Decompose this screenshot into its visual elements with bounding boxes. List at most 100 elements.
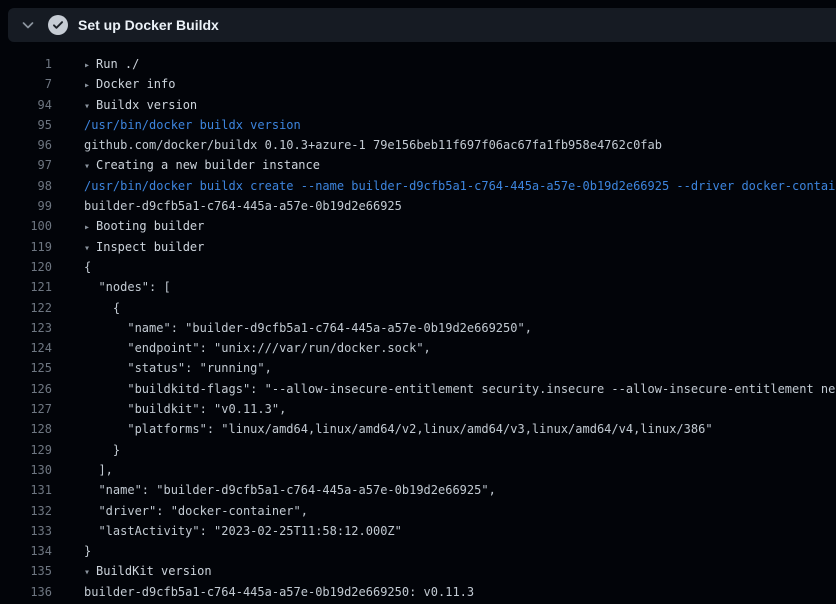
line-number-link[interactable]: 96 bbox=[0, 135, 52, 155]
line-number-link[interactable]: 121 bbox=[0, 277, 52, 297]
log-line-text: "nodes": [ bbox=[84, 277, 836, 297]
log-line: 98 /usr/bin/docker buildx create --name … bbox=[0, 176, 836, 196]
line-number-link[interactable]: 120 bbox=[0, 257, 52, 277]
log-line: 121 "nodes": [ bbox=[0, 277, 836, 297]
step-header[interactable]: Set up Docker Buildx bbox=[8, 8, 836, 42]
log-line: 131 "name": "builder-d9cfb5a1-c764-445a-… bbox=[0, 480, 836, 500]
line-number-link[interactable]: 132 bbox=[0, 501, 52, 521]
log-line: 122 { bbox=[0, 298, 836, 318]
log-line: 125 "status": "running", bbox=[0, 358, 836, 378]
log-line: 136 builder-d9cfb5a1-c764-445a-a57e-0b19… bbox=[0, 582, 836, 602]
log-line-text: ▾Creating a new builder instance bbox=[68, 155, 836, 177]
log-line-text: "name": "builder-d9cfb5a1-c764-445a-a57e… bbox=[84, 480, 836, 500]
line-number-link[interactable]: 134 bbox=[0, 541, 52, 561]
log-line-text: builder-d9cfb5a1-c764-445a-a57e-0b19d2e6… bbox=[84, 196, 836, 216]
log-line-text: "driver": "docker-container", bbox=[84, 501, 836, 521]
log-group-line[interactable]: 135 ▾BuildKit version bbox=[0, 561, 836, 581]
line-number-link[interactable]: 133 bbox=[0, 521, 52, 541]
group-expanded-icon[interactable]: ▾ bbox=[84, 239, 96, 259]
log-line-text: } bbox=[84, 541, 836, 561]
line-number-link[interactable]: 95 bbox=[0, 115, 52, 135]
log-group-line[interactable]: 97 ▾Creating a new builder instance bbox=[0, 155, 836, 175]
group-title: Docker info bbox=[96, 77, 175, 91]
log-line-text: "lastActivity": "2023-02-25T11:58:12.000… bbox=[84, 521, 836, 541]
log-line: 132 "driver": "docker-container", bbox=[0, 501, 836, 521]
line-number-link[interactable]: 122 bbox=[0, 298, 52, 318]
line-number-link[interactable]: 135 bbox=[0, 561, 52, 581]
log-line-text: "name": "builder-d9cfb5a1-c764-445a-a57e… bbox=[84, 318, 836, 338]
log-line-text: { bbox=[84, 257, 836, 277]
line-number-link[interactable]: 94 bbox=[0, 95, 52, 115]
line-number-link[interactable]: 1 bbox=[0, 54, 52, 74]
log-line-text: "endpoint": "unix:///var/run/docker.sock… bbox=[84, 338, 836, 358]
log-line-text: "buildkitd-flags": "--allow-insecure-ent… bbox=[84, 379, 836, 399]
log-line: 129 } bbox=[0, 440, 836, 460]
log-line-text: ▸Booting builder bbox=[68, 216, 836, 238]
log-line-text: /usr/bin/docker buildx create --name bui… bbox=[84, 176, 836, 196]
log-group-line[interactable]: 100 ▸Booting builder bbox=[0, 216, 836, 236]
line-number-link[interactable]: 128 bbox=[0, 419, 52, 439]
line-number-link[interactable]: 7 bbox=[0, 74, 52, 94]
log-group-line[interactable]: 7 ▸Docker info bbox=[0, 74, 836, 94]
chevron-down-icon[interactable] bbox=[16, 13, 40, 37]
log-line-text: ▾Inspect builder bbox=[68, 237, 836, 259]
line-number-link[interactable]: 125 bbox=[0, 358, 52, 378]
log-line: 130 ], bbox=[0, 460, 836, 480]
line-number-link[interactable]: 126 bbox=[0, 379, 52, 399]
log-line-text: github.com/docker/buildx 0.10.3+azure-1 … bbox=[84, 135, 836, 155]
group-expanded-icon[interactable]: ▾ bbox=[84, 157, 96, 177]
log-line: 124 "endpoint": "unix:///var/run/docker.… bbox=[0, 338, 836, 358]
log-line: 99 builder-d9cfb5a1-c764-445a-a57e-0b19d… bbox=[0, 196, 836, 216]
log-line-text: { bbox=[84, 298, 836, 318]
log-line-text: ▾Buildx version bbox=[68, 95, 836, 117]
line-number-link[interactable]: 136 bbox=[0, 582, 52, 602]
group-collapsed-icon[interactable]: ▸ bbox=[84, 218, 96, 238]
check-circle-icon bbox=[48, 15, 68, 35]
line-number-link[interactable]: 98 bbox=[0, 176, 52, 196]
log-line-text: ▾BuildKit version bbox=[68, 561, 836, 583]
log-line: 133 "lastActivity": "2023-02-25T11:58:12… bbox=[0, 521, 836, 541]
log-line: 120 { bbox=[0, 257, 836, 277]
group-collapsed-icon[interactable]: ▸ bbox=[84, 56, 96, 76]
log-line-text: "platforms": "linux/amd64,linux/amd64/v2… bbox=[84, 419, 836, 439]
line-number-link[interactable]: 99 bbox=[0, 196, 52, 216]
group-title: Buildx version bbox=[96, 98, 197, 112]
log-line-text: builder-d9cfb5a1-c764-445a-a57e-0b19d2e6… bbox=[84, 582, 836, 602]
group-title: Inspect builder bbox=[96, 240, 204, 254]
line-number-link[interactable]: 127 bbox=[0, 399, 52, 419]
log-line: 96 github.com/docker/buildx 0.10.3+azure… bbox=[0, 135, 836, 155]
log-line: 123 "name": "builder-d9cfb5a1-c764-445a-… bbox=[0, 318, 836, 338]
group-collapsed-icon[interactable]: ▸ bbox=[84, 76, 96, 96]
log-line: 128 "platforms": "linux/amd64,linux/amd6… bbox=[0, 419, 836, 439]
line-number-link[interactable]: 124 bbox=[0, 338, 52, 358]
line-number-link[interactable]: 97 bbox=[0, 155, 52, 175]
log-line-text: ▸Run ./ bbox=[68, 54, 836, 76]
log-container: 1 ▸Run ./ 7 ▸Docker info 94 ▾Buildx vers… bbox=[0, 54, 836, 604]
log-group-line[interactable]: 119 ▾Inspect builder bbox=[0, 237, 836, 257]
log-group-line[interactable]: 1 ▸Run ./ bbox=[0, 54, 836, 74]
line-number-link[interactable]: 130 bbox=[0, 460, 52, 480]
group-title: Creating a new builder instance bbox=[96, 158, 320, 172]
group-title: BuildKit version bbox=[96, 564, 212, 578]
log-line-text: ], bbox=[84, 460, 836, 480]
group-expanded-icon[interactable]: ▾ bbox=[84, 97, 96, 117]
log-line: 95 /usr/bin/docker buildx version bbox=[0, 115, 836, 135]
line-number-link[interactable]: 131 bbox=[0, 480, 52, 500]
step-title: Set up Docker Buildx bbox=[78, 17, 219, 33]
log-line: 127 "buildkit": "v0.11.3", bbox=[0, 399, 836, 419]
log-line-text: /usr/bin/docker buildx version bbox=[84, 115, 836, 135]
group-expanded-icon[interactable]: ▾ bbox=[84, 563, 96, 583]
log-line-text: ▸Docker info bbox=[68, 74, 836, 96]
line-number-link[interactable]: 129 bbox=[0, 440, 52, 460]
log-line-text: } bbox=[84, 440, 836, 460]
line-number-link[interactable]: 100 bbox=[0, 216, 52, 236]
group-title: Booting builder bbox=[96, 219, 204, 233]
group-title: Run ./ bbox=[96, 57, 139, 71]
line-number-link[interactable]: 119 bbox=[0, 237, 52, 257]
log-group-line[interactable]: 94 ▾Buildx version bbox=[0, 95, 836, 115]
log-line-text: "status": "running", bbox=[84, 358, 836, 378]
line-number-link[interactable]: 123 bbox=[0, 318, 52, 338]
log-line-text: "buildkit": "v0.11.3", bbox=[84, 399, 836, 419]
log-line: 134 } bbox=[0, 541, 836, 561]
log-line: 126 "buildkitd-flags": "--allow-insecure… bbox=[0, 379, 836, 399]
